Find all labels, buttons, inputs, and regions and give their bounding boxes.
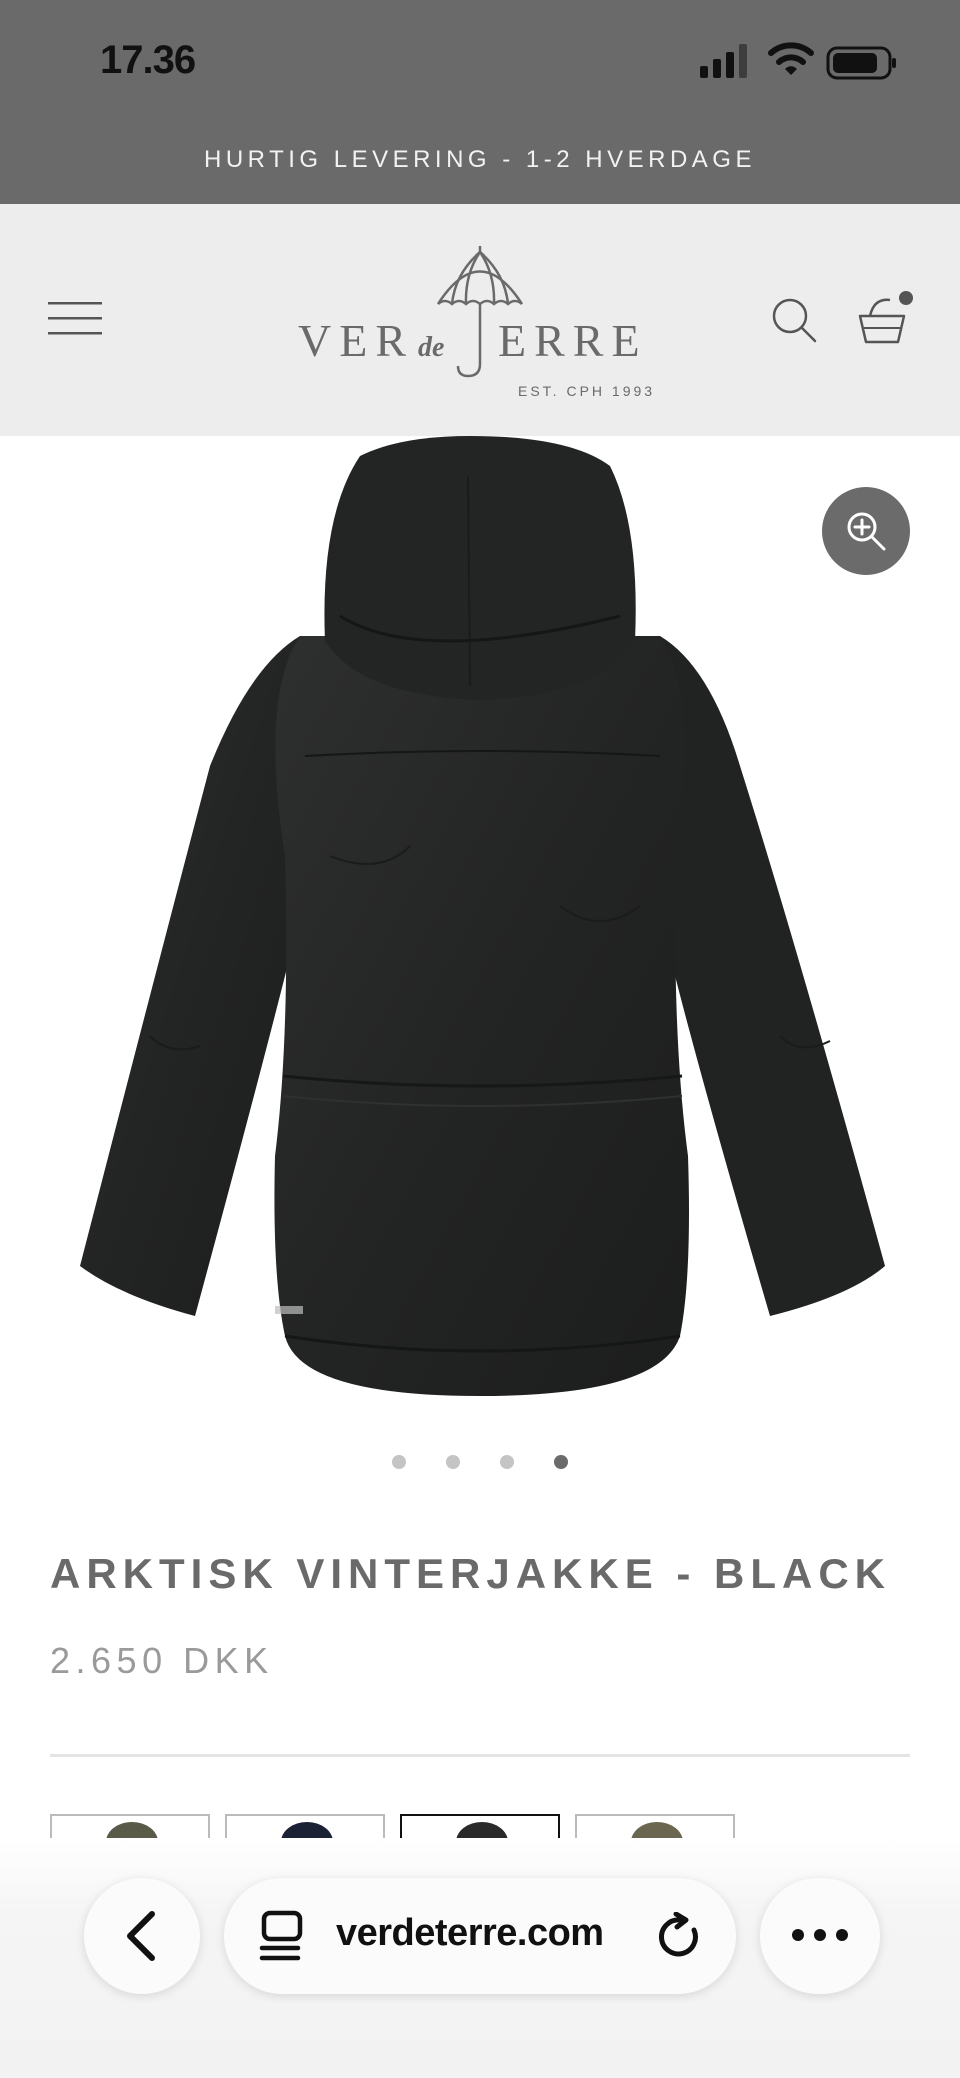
product-price: 2.650 DKK [50,1640,274,1681]
status-bar: 17.36 [0,0,960,128]
color-swatches [50,1814,910,1838]
swatch-thumbnail [631,1822,683,1838]
swatch-thumbnail [456,1822,508,1838]
wifi-icon [768,42,814,75]
browser-toolbar: verdeterre.com [0,1840,960,2078]
zoom-button[interactable] [822,487,910,575]
swatch-option[interactable] [225,1814,385,1838]
carousel-dot[interactable] [446,1455,460,1469]
divider [50,1754,910,1757]
url-text[interactable]: verdeterre.com [336,1912,604,1955]
product-image[interactable] [0,436,960,1416]
logo-word-left: VER [298,315,414,366]
logo-tagline: EST. CPH 1993 [518,383,655,399]
more-icon [792,1929,848,1941]
logo-word-right: ERRE [498,315,648,366]
product-title: ARKTISK VINTERJAKKE - BLACK [50,1550,892,1597]
announcement-bar: HURTIG LEVERING - 1-2 HVERDAGE [0,128,960,204]
carousel-dot[interactable] [500,1455,514,1469]
zoom-in-icon [847,512,886,551]
logo-word-middle: de [418,332,444,363]
cellular-signal-icon [700,44,747,78]
swatch-option-selected[interactable] [400,1814,560,1838]
reload-icon[interactable] [656,1912,704,1962]
site-header: VER de ERRE EST. CPH 1993 [0,204,960,436]
carousel-dots [0,1455,960,1475]
announcement-text: HURTIG LEVERING - 1-2 HVERDAGE [204,146,756,173]
back-icon [127,1911,155,1961]
search-icon[interactable] [770,296,818,344]
carousel-dot-active[interactable] [554,1455,568,1469]
brand-logo[interactable]: VER de ERRE EST. CPH 1993 [290,244,670,404]
battery-icon [826,46,896,80]
menu-icon[interactable] [48,298,104,340]
swatch-thumbnail [106,1822,158,1838]
back-button[interactable] [84,1878,200,1994]
more-button[interactable] [760,1878,880,1994]
address-bar[interactable]: verdeterre.com [224,1878,736,1994]
jacket-image [80,436,885,1396]
tabs-icon[interactable] [258,1910,306,1962]
swatch-option[interactable] [575,1814,735,1838]
swatch-thumbnail [281,1822,333,1838]
basket-badge-dot [899,291,913,305]
status-time: 17.36 [100,38,196,82]
swatch-option[interactable] [50,1814,210,1838]
basket-icon[interactable] [856,290,918,346]
carousel-dot[interactable] [392,1455,406,1469]
